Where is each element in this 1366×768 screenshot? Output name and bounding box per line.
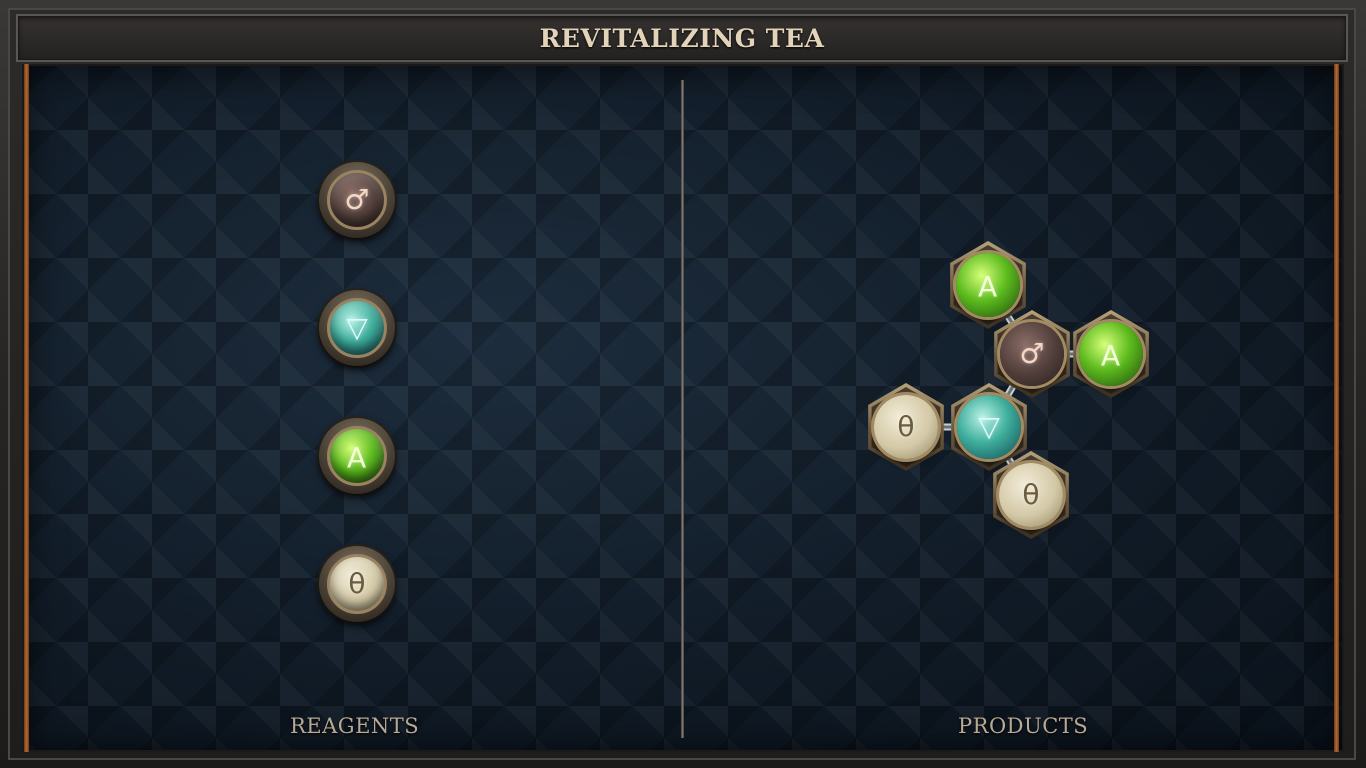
reagent-vitae[interactable]: ♂ — [319, 162, 395, 238]
reagent-water[interactable]: ▽ — [319, 290, 395, 366]
products-label: PRODUCTS — [958, 714, 1089, 738]
panel-divider — [681, 80, 684, 738]
water-gem: ▽ — [327, 298, 387, 358]
earth-symbol-icon: ∀ — [347, 440, 367, 473]
reagents-label: REAGENTS — [290, 714, 420, 738]
recipe-title: REVITALIZING TEA — [539, 23, 825, 53]
reagent-salt[interactable]: θ — [319, 546, 395, 622]
earth-gem: ∀ — [327, 426, 387, 486]
left-copper-trim — [24, 64, 29, 752]
salt-symbol-icon: θ — [348, 567, 366, 600]
title-bar: REVITALIZING TEA — [16, 14, 1348, 62]
vitae-gem: ♂ — [327, 170, 387, 230]
vitae-symbol-icon: ♂ — [344, 183, 370, 216]
salt-gem: θ — [327, 554, 387, 614]
reagent-earth[interactable]: ∀ — [319, 418, 395, 494]
water-symbol-icon: ▽ — [346, 311, 368, 344]
right-copper-trim — [1334, 64, 1339, 752]
